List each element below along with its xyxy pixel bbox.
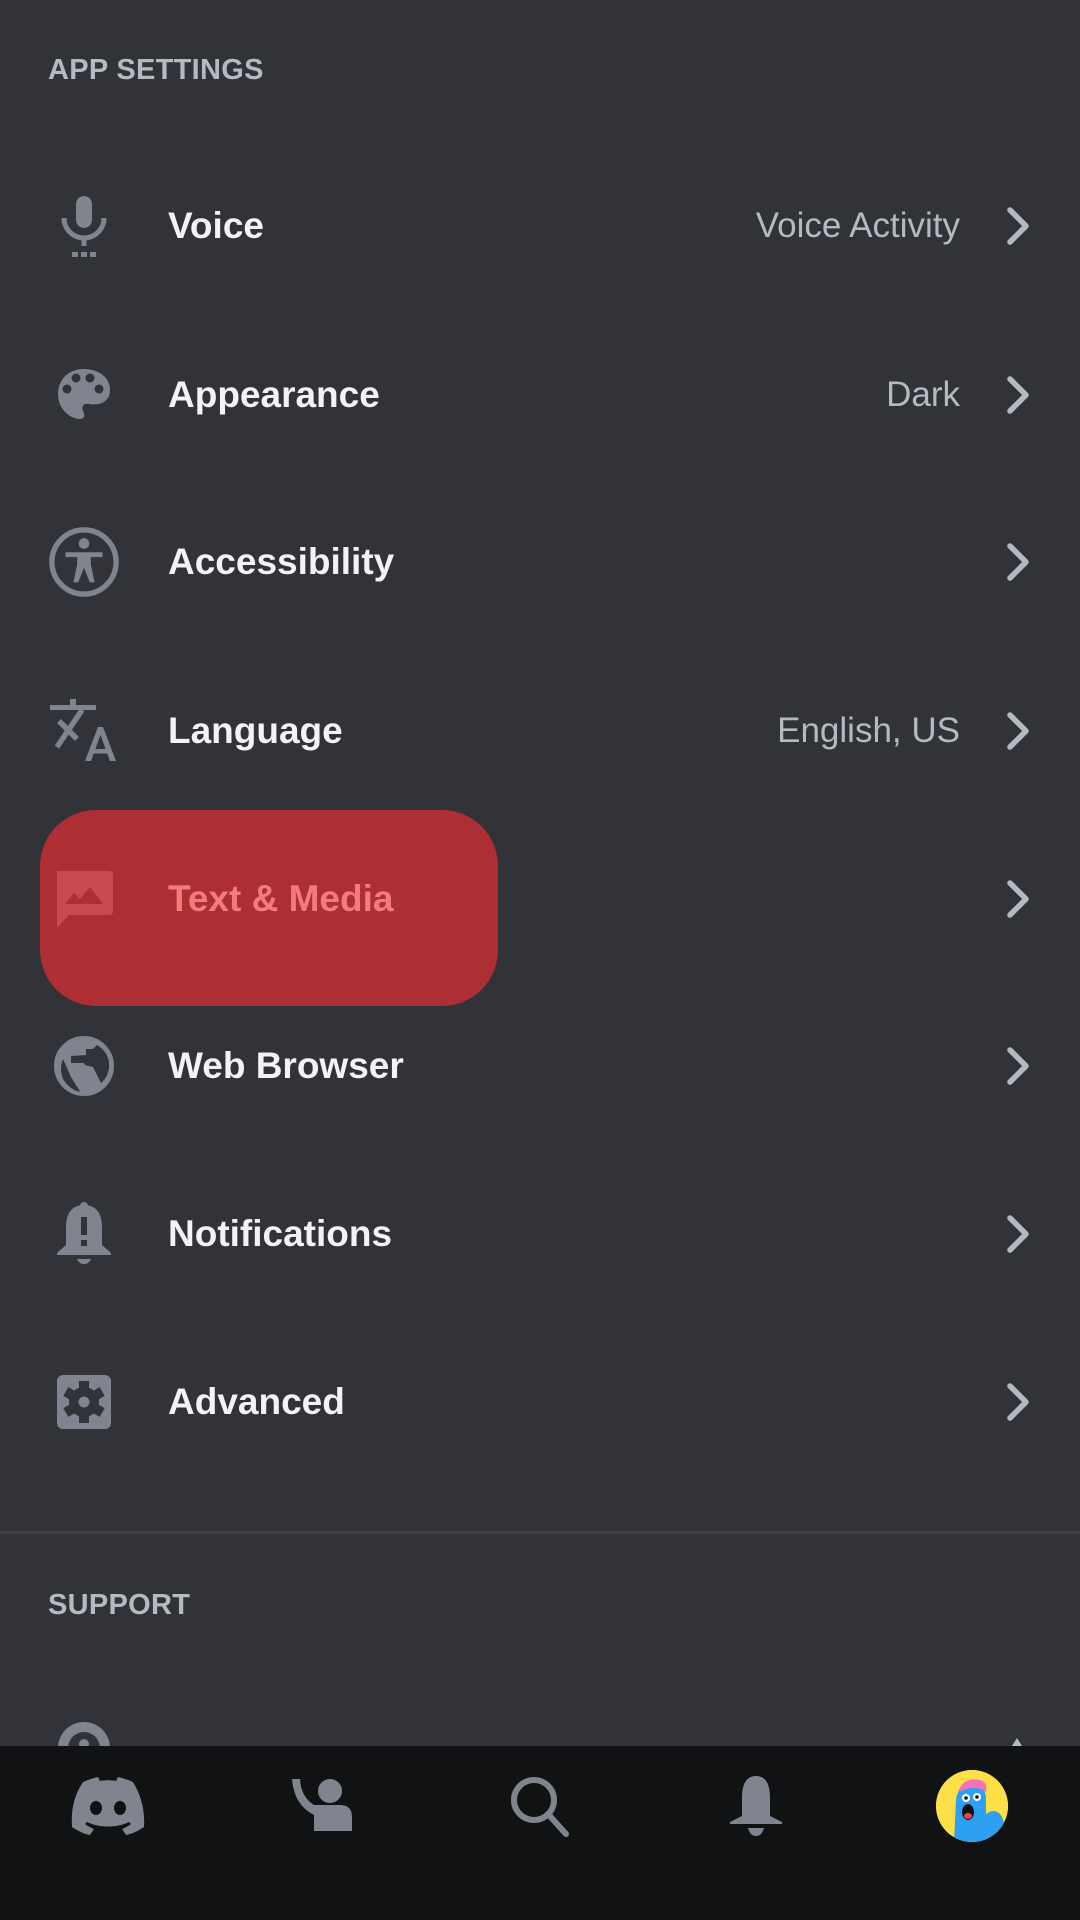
settings-row-label: Appearance [168,374,380,415]
search-icon [511,1777,569,1837]
settings-row-support-partial[interactable] [0,1720,1080,1746]
image-chat-icon [48,863,120,935]
translate-icon [48,695,120,767]
settings-row-label: Text & Media [168,878,394,919]
chevron-right-icon [1007,1383,1029,1421]
gear-icon [48,1366,120,1438]
chevron-partial-icon [1012,1738,1022,1746]
settings-row-value: English, US [777,711,960,750]
avatar [936,1770,1008,1842]
bottom-tab-bar [0,1746,1080,1920]
palette-icon [48,359,120,431]
discord-logo-icon [71,1777,145,1835]
settings-row-label: Advanced [168,1381,345,1422]
settings-row-accessibility[interactable]: Accessibility [0,478,1080,646]
section-header-support: SUPPORT [48,1589,191,1621]
tab-friends[interactable] [216,1746,432,1866]
settings-row-advanced[interactable]: Advanced [0,1318,1080,1486]
microphone-icon [48,190,120,262]
settings-row-appearance[interactable]: Appearance Dark [0,311,1080,479]
chevron-right-icon [1007,1047,1029,1085]
chevron-right-icon [1007,712,1029,750]
settings-row-label: Notifications [168,1213,393,1254]
settings-row-label: Accessibility [168,541,395,582]
chevron-right-icon [1007,1215,1029,1253]
settings-row-voice[interactable]: Voice Voice Activity [0,142,1080,310]
help-icon [58,1722,110,1746]
section-divider [0,1531,1080,1534]
tab-home[interactable] [0,1746,216,1866]
globe-icon [48,1030,120,1102]
settings-row-notifications[interactable]: Notifications [0,1150,1080,1318]
tab-search[interactable] [432,1746,648,1866]
settings-row-web-browser[interactable]: Web Browser [0,982,1080,1150]
settings-row-value: Voice Activity [755,206,960,245]
bell-alert-icon [48,1198,120,1270]
chevron-right-icon [1007,207,1029,245]
settings-row-label: Web Browser [168,1045,404,1086]
accessibility-icon [48,526,120,598]
settings-row-label: Voice [168,205,264,246]
chevron-right-icon [1007,376,1029,414]
tab-notifications[interactable] [648,1746,864,1866]
chevron-right-icon [1007,880,1029,918]
section-header-app-settings: APP SETTINGS [48,54,264,86]
settings-row-language[interactable]: Language English, US [0,647,1080,815]
bell-icon [730,1776,782,1836]
settings-row-text-media[interactable]: Text & Media [0,815,1080,983]
chevron-right-icon [1007,543,1029,581]
tab-profile[interactable] [864,1746,1080,1866]
settings-row-label: Language [168,710,343,751]
friends-wave-icon [292,1779,352,1831]
settings-row-value: Dark [886,375,960,414]
